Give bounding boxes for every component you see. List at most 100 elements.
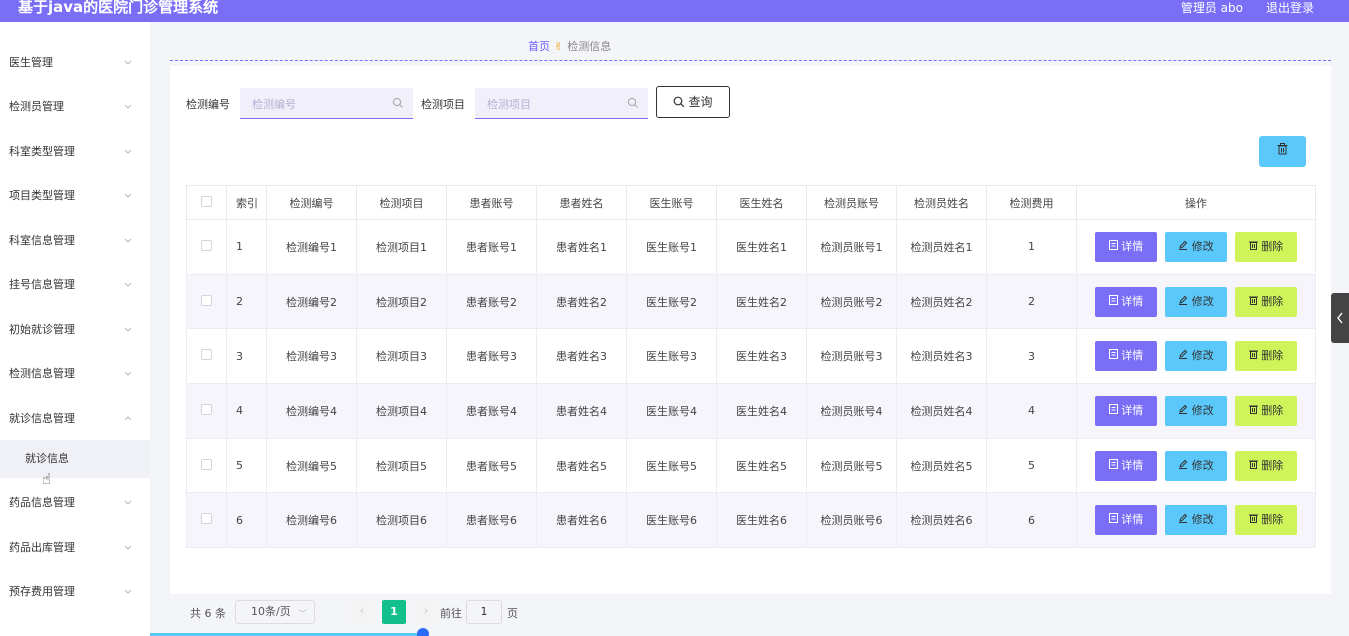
chevron-down-icon [124,545,132,550]
chevron-down-icon [124,371,132,376]
column-header: 检测员姓名 [896,185,987,220]
row-checkbox[interactable] [201,294,212,306]
page-size-value: 10条/页 [251,605,291,618]
row-checkbox[interactable] [201,239,212,251]
edit-button[interactable]: 修改 [1165,450,1227,481]
column-header: 患者姓名 [536,185,627,220]
edit-label: 修改 [1191,403,1214,417]
delete-button[interactable]: 删除 [1235,286,1297,317]
page-size-select[interactable]: 10条/页 ﹀ [235,600,315,624]
collapse-handle[interactable] [1331,293,1349,343]
table-cell: 医生账号2 [626,273,717,330]
search-icon [674,96,685,108]
edit-button[interactable]: 修改 [1165,505,1227,536]
actions-cell: 详情 修改 删除 [1076,492,1316,549]
sidebar-item[interactable]: 项目类型管理 [0,181,150,211]
detail-button[interactable]: 详情 [1095,450,1157,481]
sidebar-item-label: 初始就诊管理 [9,323,75,336]
sidebar-item[interactable]: 医生管理 [0,48,150,78]
delete-button[interactable]: 删除 [1235,341,1297,372]
column-header: 检测编号 [266,185,357,220]
total-count: 共 6 条 [190,607,226,620]
sidebar-item[interactable]: 检测员管理 [0,92,150,122]
table-cell: 检测编号3 [266,328,357,385]
sidebar-item[interactable]: 药品出库管理 [0,533,150,563]
item-input[interactable]: 检测项目 [475,88,648,119]
actions-cell: 详情 修改 删除 [1076,273,1316,330]
sidebar-item-label: 就诊信息管理 [9,412,75,425]
logout-link[interactable]: 退出登录 [1266,0,1314,16]
delete-button[interactable]: 删除 [1235,395,1297,426]
sidebar-item[interactable]: 检测信息管理 [0,359,150,389]
document-icon [1108,458,1118,469]
document-icon [1108,239,1118,250]
table-cell: 医生姓名2 [716,273,807,330]
top-bar: 基于java的医院门诊管理系统 管理员 abo 退出登录 [0,0,1349,22]
page-number-1[interactable]: 1 [382,600,406,624]
query-button[interactable]: 查询 [656,86,730,118]
delete-button[interactable]: 删除 [1235,450,1297,481]
table-cell: 检测项目6 [356,492,447,549]
row-select-cell [186,219,227,275]
detail-button[interactable]: 详情 [1095,231,1157,262]
edit-button[interactable]: 修改 [1165,341,1227,372]
table-cell: 检测员姓名3 [896,328,987,385]
column-header: 患者账号 [446,185,537,220]
column-header: 检测员账号 [806,185,897,220]
sidebar-item[interactable]: 科室信息管理 [0,226,150,256]
edit-icon [1179,459,1188,469]
chevron-down-icon [124,282,132,287]
sidebar-item[interactable]: 预存费用管理 [0,577,150,607]
chevron-up-icon [124,416,132,421]
edit-button[interactable]: 修改 [1165,395,1227,426]
sidebar-subitem[interactable]: 就诊信息 [0,440,150,478]
breadcrumb-home[interactable]: 首页 [528,40,550,53]
breadcrumb: 首页 ✌ 检测信息 [528,38,611,54]
row-checkbox[interactable] [201,403,212,415]
sidebar-item-label: 挂号信息管理 [9,278,75,291]
scroll-knob[interactable] [417,628,429,636]
row-checkbox[interactable] [201,458,212,470]
table-cell: 检测编号1 [266,219,357,275]
trash-icon [1248,460,1258,469]
sidebar-item[interactable]: 初始就诊管理 [0,315,150,345]
select-all-checkbox[interactable] [201,195,212,207]
prev-page-button[interactable]: ‹ [350,600,374,624]
table-cell: 检测员账号1 [806,219,897,275]
sidebar-item-label: 科室类型管理 [9,145,75,158]
actions-cell: 详情 修改 删除 [1076,219,1316,275]
table-cell: 患者账号6 [446,492,537,549]
table-cell: 患者姓名1 [536,219,627,275]
chevron-down-icon [124,193,132,198]
document-icon [1108,349,1118,360]
row-checkbox[interactable] [201,349,212,361]
edit-button[interactable]: 修改 [1165,286,1227,317]
sidebar-item[interactable]: 就诊信息管理 [0,404,150,434]
chevron-down-icon [124,60,132,65]
chevron-down-icon [124,238,132,243]
delete-button[interactable]: 删除 [1235,231,1297,262]
detail-button[interactable]: 详情 [1095,505,1157,536]
row-checkbox[interactable] [201,513,212,525]
trash-icon [1248,296,1258,305]
table-cell: 检测编号4 [266,383,357,439]
page-unit-label: 页 [507,607,518,620]
sidebar-item[interactable]: 药品信息管理 [0,488,150,518]
detail-button[interactable]: 详情 [1095,341,1157,372]
sidebar-item[interactable]: 科室类型管理 [0,137,150,167]
actions-cell: 详情 修改 删除 [1076,437,1316,494]
table-cell: 患者姓名6 [536,492,627,549]
code-input[interactable]: 检测编号 [240,88,413,119]
divider [170,60,1331,61]
sidebar-item[interactable]: 挂号信息管理 [0,270,150,300]
goto-page-input[interactable]: 1 [466,600,502,624]
detail-label: 详情 [1121,458,1144,472]
batch-delete-button[interactable] [1259,136,1306,167]
delete-button[interactable]: 删除 [1235,505,1297,536]
edit-button[interactable]: 修改 [1165,231,1227,262]
table-cell: 检测项目3 [356,328,447,385]
next-page-button[interactable]: › [414,600,438,624]
detail-button[interactable]: 详情 [1095,395,1157,426]
table-cell: 医生姓名5 [716,437,807,494]
detail-button[interactable]: 详情 [1095,286,1157,317]
